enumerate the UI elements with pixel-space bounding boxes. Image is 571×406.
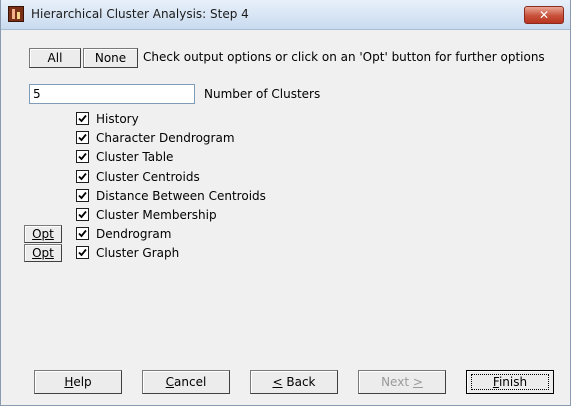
option-label: Character Dendrogram: [96, 131, 235, 145]
next-pre: Next: [381, 375, 413, 389]
option-checkbox[interactable]: [76, 246, 89, 259]
finish-button[interactable]: Finish: [466, 370, 554, 394]
close-icon: ✕: [538, 8, 550, 22]
help-accel: H: [64, 375, 74, 389]
option-row: Character Dendrogram: [1, 130, 401, 146]
option-row: Opt Dendrogram: [1, 225, 401, 243]
back-accel: <: [272, 375, 283, 389]
cancel-accel: C: [165, 375, 175, 389]
number-of-clusters-label: Number of Clusters: [204, 87, 321, 101]
option-row: Cluster Centroids: [1, 169, 401, 185]
next-accel: >: [412, 375, 423, 389]
option-label: Dendrogram: [96, 227, 172, 241]
app-icon: [8, 6, 24, 22]
dialog-window: Hierarchical Cluster Analysis: Step 4 ✕ …: [0, 0, 571, 406]
checkmark-icon: [78, 172, 87, 181]
opt-button-label: Opt: [32, 227, 54, 241]
option-label: Cluster Membership: [96, 208, 217, 222]
opt-button[interactable]: Opt: [24, 244, 62, 262]
option-row: Distance Between Centroids: [1, 188, 401, 204]
all-button-label: All: [47, 51, 63, 65]
cancel-button[interactable]: Cancel: [142, 370, 230, 394]
option-checkbox[interactable]: [76, 131, 89, 144]
option-checkbox[interactable]: [76, 189, 89, 202]
next-button[interactable]: Next >: [358, 370, 446, 394]
option-label: Cluster Centroids: [96, 170, 200, 184]
close-button[interactable]: ✕: [524, 6, 564, 24]
all-button[interactable]: All: [29, 48, 81, 68]
help-post: elp: [73, 375, 92, 389]
number-of-clusters-input[interactable]: 5: [29, 84, 195, 104]
checkmark-icon: [78, 133, 87, 142]
focus-rect: [471, 374, 549, 390]
none-button[interactable]: None: [83, 48, 138, 68]
checkmark-icon: [78, 248, 87, 257]
option-label: History: [96, 112, 139, 126]
option-checkbox[interactable]: [76, 170, 89, 183]
option-label: Cluster Table: [96, 150, 174, 164]
window-title: Hierarchical Cluster Analysis: Step 4: [31, 7, 249, 21]
instructions-text: Check output options or click on an 'Opt…: [143, 50, 545, 64]
none-button-label: None: [94, 51, 127, 65]
option-label: Distance Between Centroids: [96, 189, 266, 203]
option-checkbox[interactable]: [76, 112, 89, 125]
opt-button[interactable]: Opt: [24, 225, 62, 243]
checkmark-icon: [78, 210, 87, 219]
option-row: Opt Cluster Graph: [1, 244, 401, 262]
option-label: Cluster Graph: [96, 246, 180, 260]
help-button[interactable]: Help: [34, 370, 122, 394]
cancel-post: ancel: [174, 375, 207, 389]
option-checkbox[interactable]: [76, 227, 89, 240]
option-checkbox[interactable]: [76, 150, 89, 163]
checkmark-icon: [78, 191, 87, 200]
checkmark-icon: [78, 114, 87, 123]
option-row: Cluster Membership: [1, 207, 401, 223]
option-checkbox[interactable]: [76, 208, 89, 221]
back-button[interactable]: < Back: [250, 370, 338, 394]
title-bar[interactable]: Hierarchical Cluster Analysis: Step 4 ✕: [1, 0, 570, 30]
option-row: Cluster Table: [1, 149, 401, 165]
checkmark-icon: [78, 152, 87, 161]
checkmark-icon: [78, 229, 87, 238]
option-row: History: [1, 111, 401, 127]
back-post: Back: [282, 375, 316, 389]
opt-button-label: Opt: [32, 246, 54, 260]
